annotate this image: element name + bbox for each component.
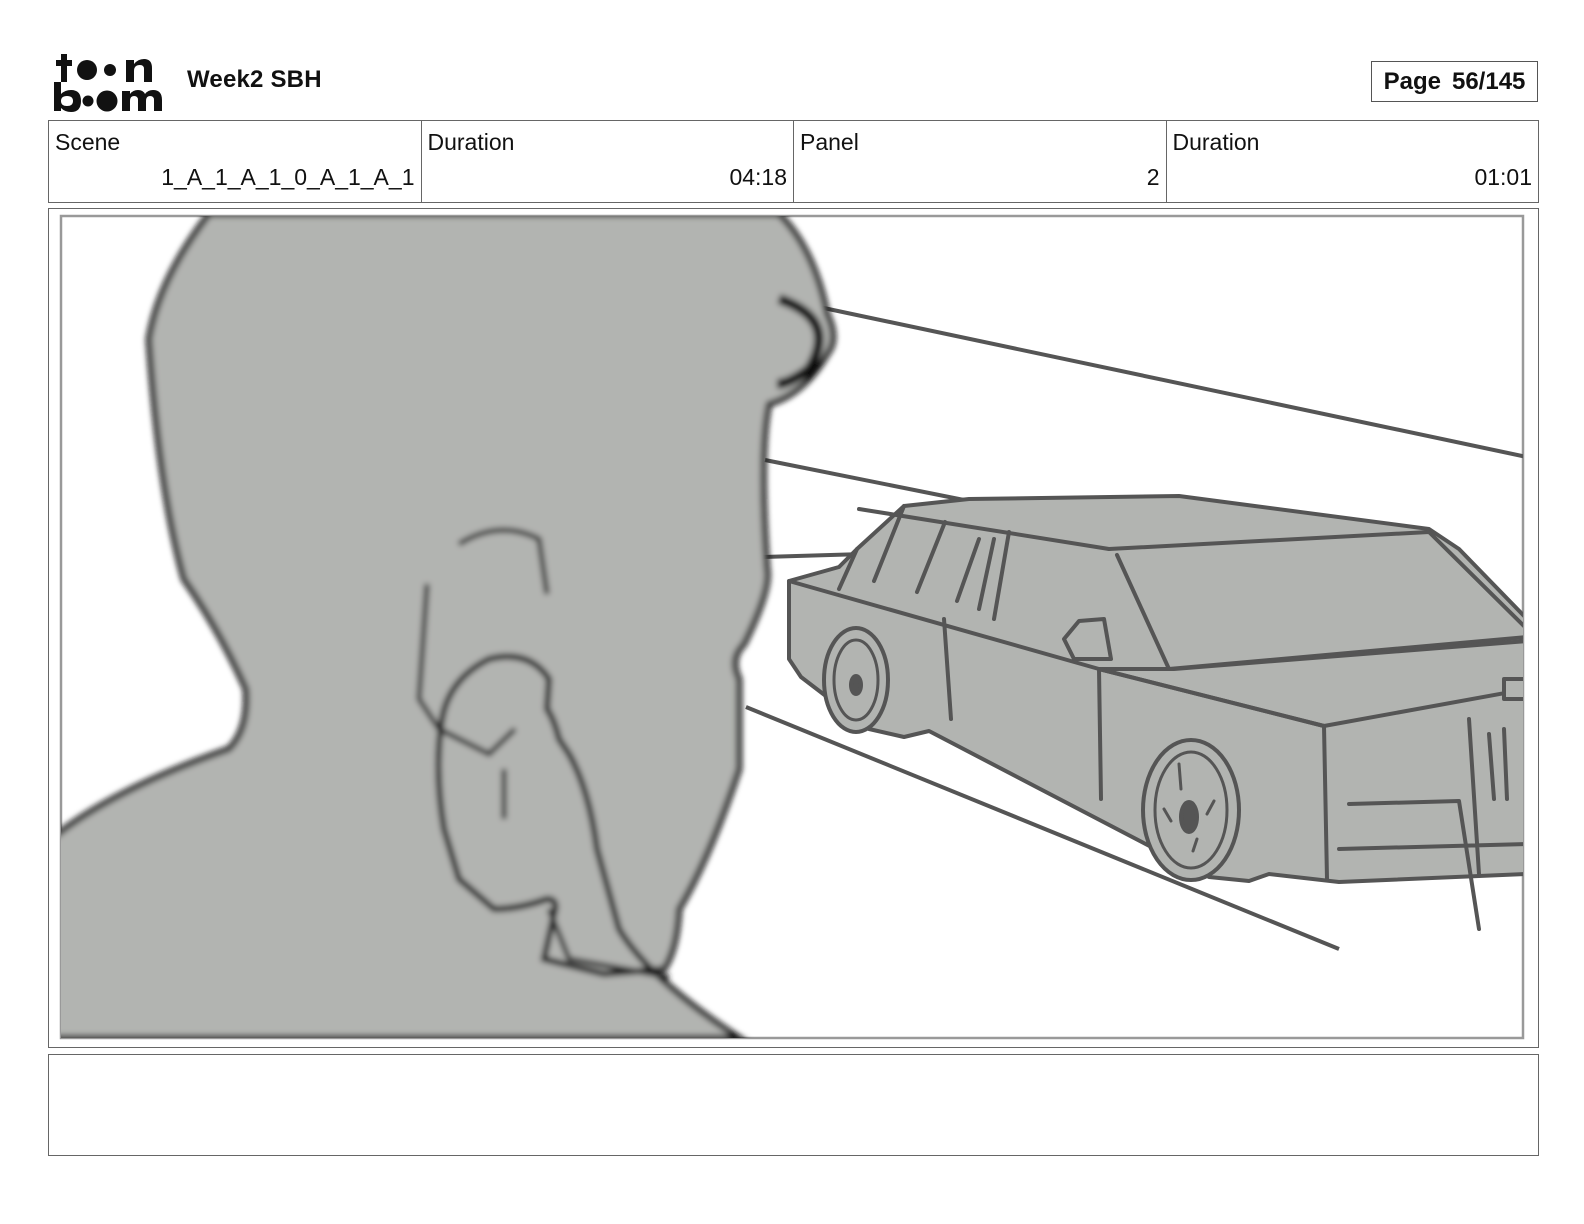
toon-boom-logo — [54, 54, 162, 112]
panel-duration-cell: Duration 01:01 — [1167, 121, 1539, 202]
panel-duration-value: 01:01 — [1474, 164, 1532, 190]
panel-duration-label: Duration — [1172, 129, 1260, 155]
scene-cell: Scene 1_A_1_A_1_0_A_1_A_1 — [49, 121, 422, 202]
panel-notes-box[interactable] — [48, 1054, 1539, 1156]
panel-value: 2 — [1146, 164, 1160, 190]
panel-cell: Panel 2 — [794, 121, 1167, 202]
panel-info-table: Scene 1_A_1_A_1_0_A_1_A_1 Duration 04:18… — [48, 120, 1539, 203]
scene-duration-value: 04:18 — [729, 164, 787, 190]
document-title: Week2 SBH — [187, 66, 322, 93]
scene-duration-cell: Duration 04:18 — [422, 121, 794, 202]
page-indicator: Page 56/145 — [1371, 61, 1538, 102]
panel-drawing — [59, 214, 1525, 1040]
scene-duration-label: Duration — [427, 129, 515, 155]
storyboard-panel — [48, 208, 1539, 1048]
scene-value: 1_A_1_A_1_0_A_1_A_1 — [161, 164, 415, 190]
page-number: 56/145 — [1451, 67, 1526, 95]
panel-label: Panel — [800, 129, 859, 155]
page-label: Page — [1383, 67, 1441, 95]
scene-label: Scene — [55, 129, 121, 155]
